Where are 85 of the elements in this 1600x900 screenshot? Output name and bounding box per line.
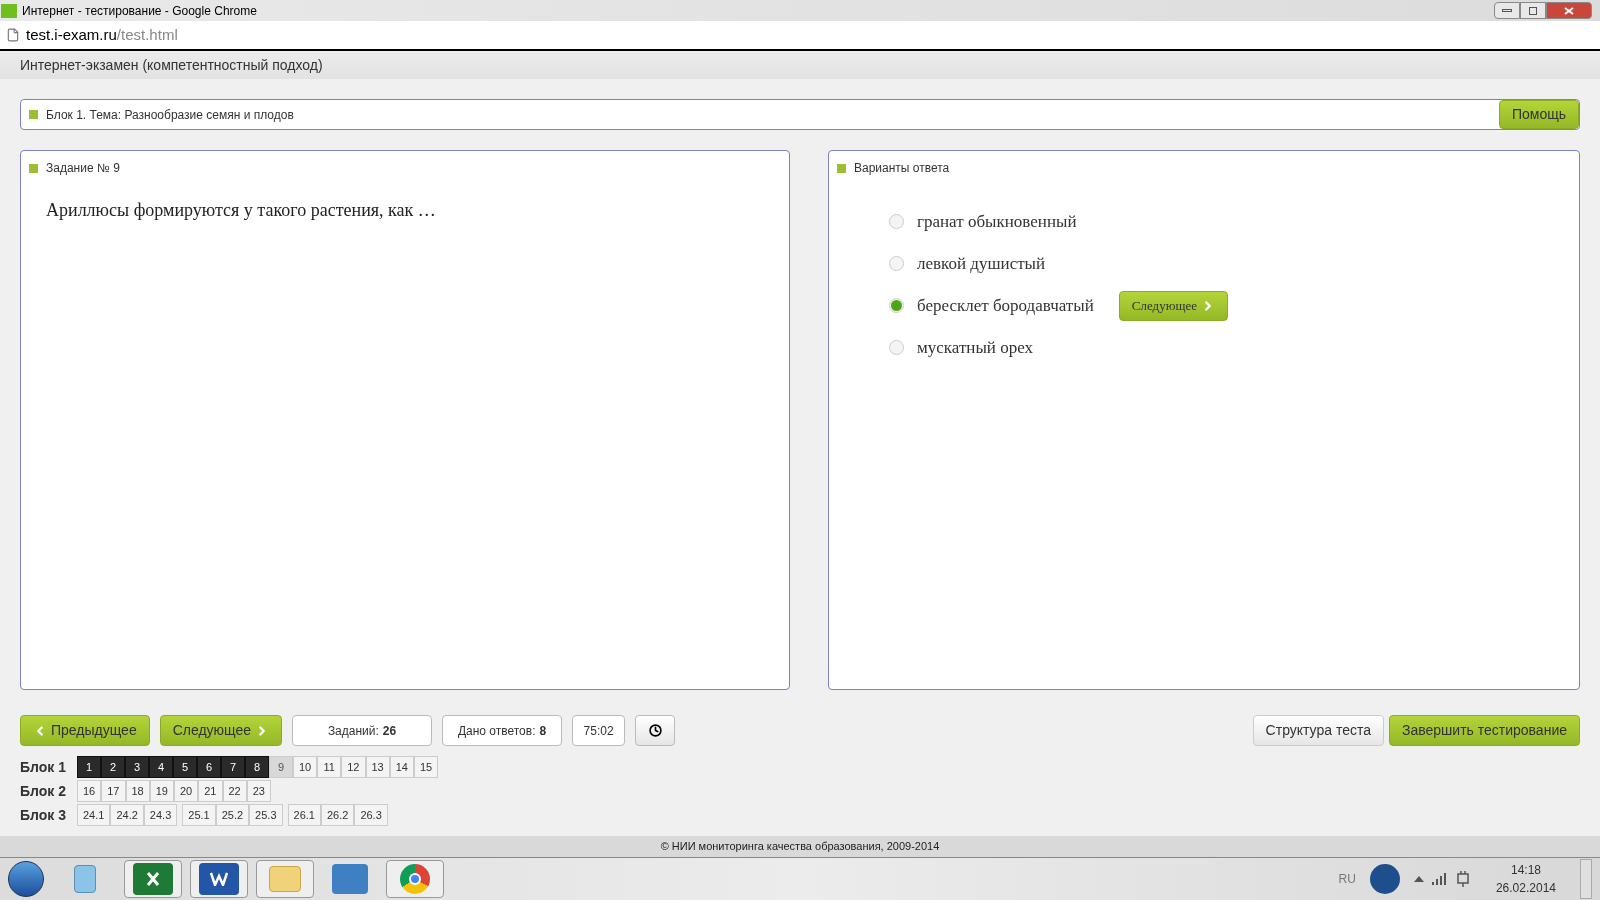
page-icon: [6, 28, 20, 42]
previous-button[interactable]: Предыдущее: [20, 715, 150, 746]
timer: 75:02: [572, 715, 626, 746]
task-number-button[interactable]: 24.1: [77, 804, 111, 826]
close-button[interactable]: [1546, 2, 1592, 19]
folder-icon: [269, 866, 301, 892]
answers-heading: Варианты ответа: [854, 160, 950, 177]
header-title: Интернет-экзамен (компетентностный подход): [20, 55, 323, 75]
task-number-button[interactable]: 22: [222, 780, 247, 802]
spreadsheet-icon[interactable]: [133, 863, 173, 895]
clock-icon: [648, 724, 662, 737]
power-plug-icon[interactable]: [1455, 871, 1470, 887]
square-icon: [29, 110, 38, 119]
url-text: test.i-exam.ru/test.html: [26, 24, 178, 45]
task-number-button[interactable]: 20: [174, 780, 199, 802]
taskbar-button[interactable]: [124, 860, 182, 898]
task-number-button[interactable]: 26.3: [354, 804, 388, 826]
square-icon: [837, 163, 846, 173]
task-number-button[interactable]: 13: [365, 756, 390, 778]
radio-button[interactable]: [889, 298, 904, 313]
task-number-button[interactable]: 3: [125, 756, 149, 778]
radio-button[interactable]: [889, 256, 904, 271]
next-button[interactable]: Следующее: [1118, 290, 1228, 321]
restore-button[interactable]: [1520, 2, 1546, 19]
task-number-button[interactable]: 4: [149, 756, 173, 778]
task-number-button[interactable]: 26.1: [287, 804, 321, 826]
answer-option[interactable]: мускатный орех: [917, 334, 1034, 361]
task-number-button[interactable]: 18: [125, 780, 150, 802]
app-icon: [1, 3, 17, 18]
task-number-button[interactable]: 5: [173, 756, 197, 778]
help-button[interactable]: Помощь: [1498, 100, 1579, 129]
address-bar[interactable]: test.i-exam.ru/test.html: [0, 21, 1600, 51]
next-button[interactable]: Следующее: [159, 715, 283, 746]
task-number-button[interactable]: 15: [414, 756, 439, 778]
task-number-button[interactable]: 25.1: [182, 804, 216, 826]
task-number-button[interactable]: 10: [293, 756, 318, 778]
question-text: Ариллюсы формируются у такого растения, как …: [46, 199, 437, 222]
task-number-button[interactable]: 24.2: [110, 804, 144, 826]
task-number-button[interactable]: 17: [101, 780, 126, 802]
task-number-button[interactable]: 23: [246, 780, 271, 802]
signal-icon[interactable]: [1431, 873, 1448, 885]
task-number-button[interactable]: 21: [198, 780, 223, 802]
block-title: Блок 1. Тема: Разнообразие семян и плодов: [46, 106, 294, 124]
answer-option[interactable]: гранат обыкновенный: [917, 208, 1077, 235]
footer-text: © НИИ мониторинга качества образования, 2009-2014: [660, 839, 940, 855]
task-number-button[interactable]: 11: [317, 756, 342, 778]
answer-option[interactable]: бересклет бородавчатый: [917, 292, 1094, 319]
start-button[interactable]: [8, 861, 44, 897]
taskbar-button[interactable]: [386, 860, 444, 898]
task-number-button[interactable]: 6: [197, 756, 221, 778]
block-label: Блок 3: [20, 805, 67, 825]
task-number-button[interactable]: 26.2: [320, 804, 355, 826]
task-number-button[interactable]: 25.3: [249, 804, 283, 826]
square-icon: [29, 163, 38, 173]
document-icon[interactable]: [199, 863, 239, 895]
task-number-button[interactable]: 7: [221, 756, 245, 778]
browser-icon: [400, 864, 430, 894]
task-number-button[interactable]: 16: [77, 780, 102, 802]
question-heading: Задание № 9: [46, 160, 120, 177]
task-number-button[interactable]: 1: [77, 756, 101, 778]
radio-button[interactable]: [889, 214, 904, 229]
task-number-button[interactable]: 2: [101, 756, 125, 778]
clock-date[interactable]: 26.02.2014: [1495, 879, 1556, 897]
structure-button[interactable]: Структура теста: [1252, 715, 1384, 746]
clock-time[interactable]: 14:18: [1510, 861, 1541, 879]
radio-button[interactable]: [889, 340, 904, 355]
tray-arrow-icon[interactable]: [1413, 876, 1424, 882]
task-number-button[interactable]: 25.2: [215, 804, 250, 826]
close-icon: [1564, 6, 1574, 15]
minimize-button[interactable]: [1494, 2, 1520, 19]
tasks-counter: Заданий: 26: [292, 715, 433, 746]
taskbar-button[interactable]: [190, 860, 248, 898]
finish-button[interactable]: Завершить тестирование: [1389, 715, 1580, 746]
clock-button[interactable]: [635, 715, 676, 746]
task-number-button[interactable]: 8: [245, 756, 269, 778]
task-number-button[interactable]: 12: [341, 756, 366, 778]
window-title: Интернет - тестирование - Google Chrome: [22, 2, 257, 20]
task-number-button[interactable]: 9: [269, 756, 293, 778]
answer-option[interactable]: левкой душистый: [917, 250, 1046, 277]
block-label: Блок 2: [20, 781, 67, 801]
task-number-button[interactable]: 19: [149, 780, 174, 802]
task-number-button[interactable]: 14: [389, 756, 414, 778]
task-number-button[interactable]: 24.3: [143, 804, 178, 826]
block-label: Блок 1: [20, 757, 67, 777]
answers-counter: Дано ответов: 8: [442, 715, 563, 746]
